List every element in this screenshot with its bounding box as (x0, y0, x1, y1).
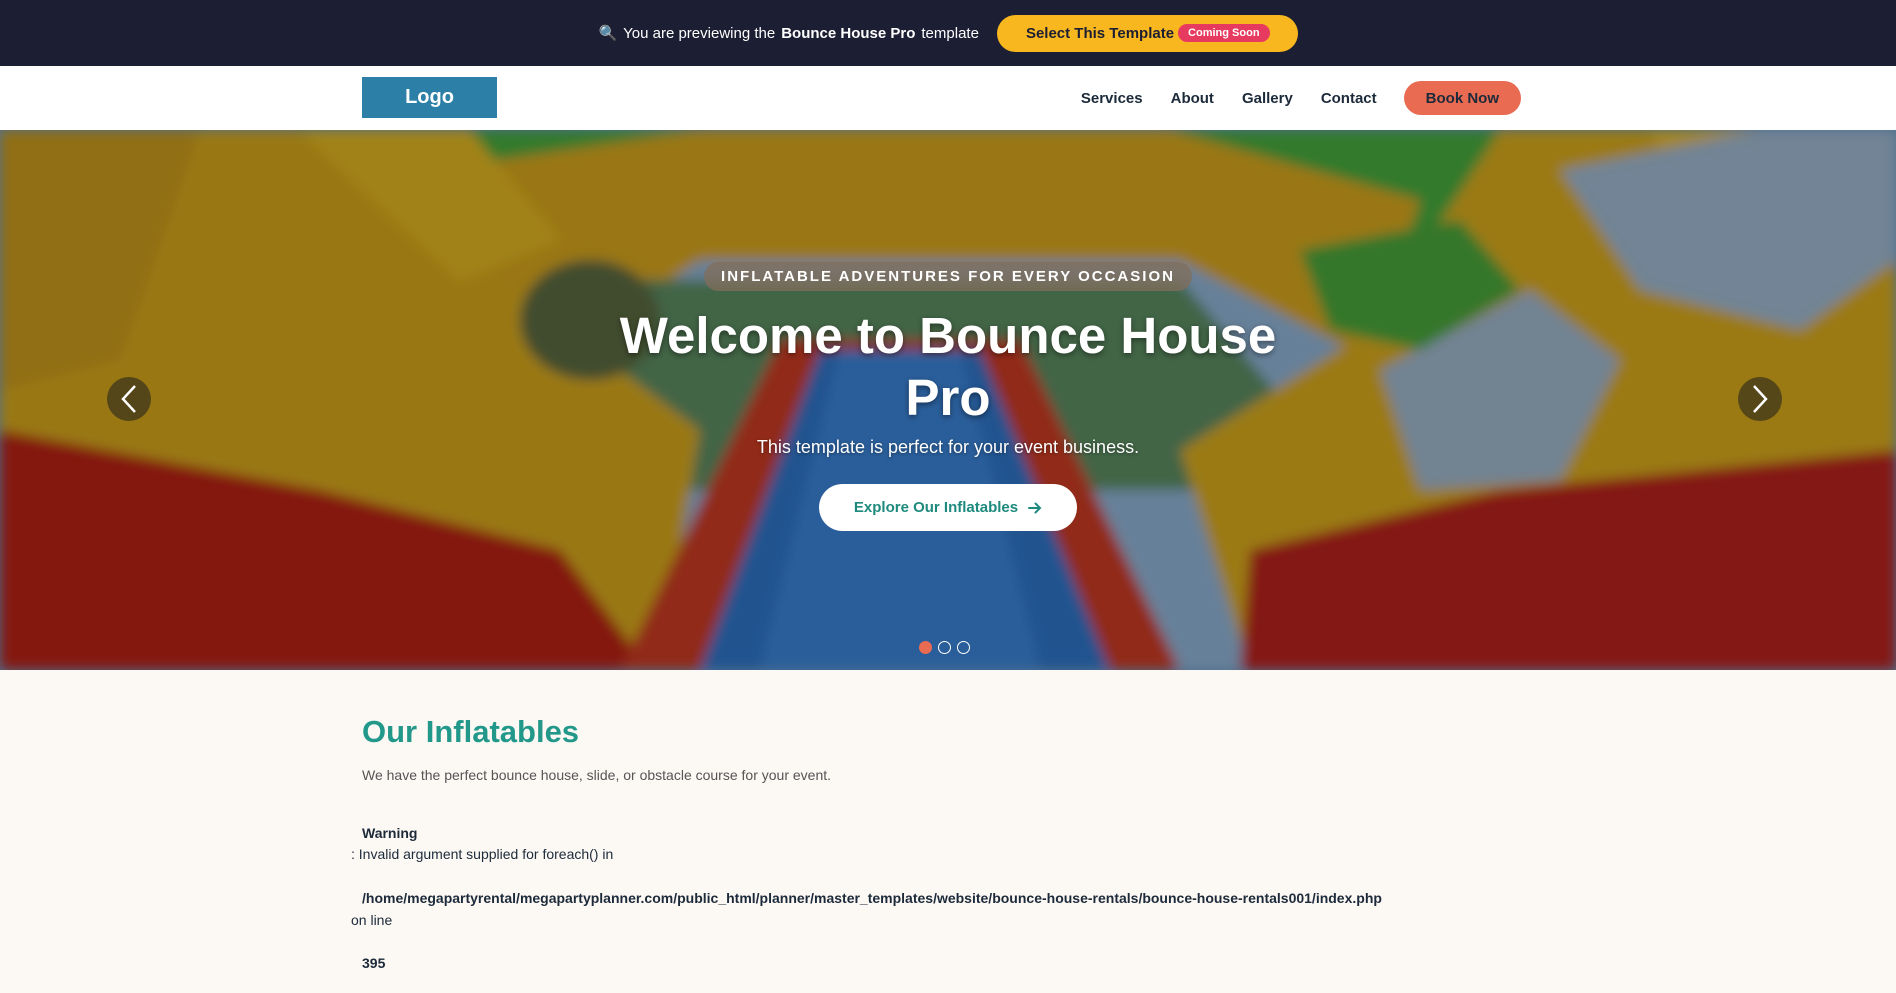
warning-path: /home/megapartyrental/megapartyplanner.c… (362, 890, 1382, 906)
explore-inflatables-button[interactable]: Explore Our Inflatables (818, 484, 1078, 531)
section-title: Our Inflatables (362, 714, 580, 749)
hero-content: INFLATABLE ADVENTURES FOR EVERY OCCASION… (0, 262, 1896, 531)
book-now-button[interactable]: Book Now (1403, 81, 1521, 115)
coming-soon-badge: Coming Soon (1178, 24, 1270, 42)
preview-prefix: You are previewing the (623, 24, 776, 42)
carousel-dot-2[interactable] (938, 641, 951, 654)
warning-label: Warning (362, 825, 418, 841)
nav-contact[interactable]: Contact (1321, 90, 1377, 107)
section-description: We have the perfect bounce house, slide,… (362, 767, 832, 783)
template-name: Bounce House Pro (781, 24, 916, 42)
carousel-dots (919, 641, 970, 654)
arrow-right-icon (1028, 502, 1042, 513)
nav-gallery[interactable]: Gallery (1242, 90, 1293, 107)
warning-on-line: on line (351, 912, 393, 928)
explore-label: Explore Our Inflatables (853, 499, 1019, 516)
carousel-next-button[interactable] (1738, 377, 1782, 421)
logo[interactable]: Logo (362, 77, 497, 118)
carousel-dot-1[interactable] (919, 641, 932, 654)
chevron-left-icon (121, 385, 136, 413)
main-nav: Services About Gallery Contact Book Now (1053, 81, 1521, 115)
inflatables-section: Our Inflatables We have the perfect boun… (0, 670, 1896, 993)
nav-services[interactable]: Services (1081, 90, 1143, 107)
hero-eyebrow: INFLATABLE ADVENTURES FOR EVERY OCCASION (704, 262, 1192, 291)
hero-title: Welcome to Bounce House Pro (619, 307, 1277, 426)
warning-line-number: 395 (362, 955, 386, 971)
hero-subtitle: This template is perfect for your event … (756, 437, 1140, 457)
nav-about[interactable]: About (1171, 90, 1214, 107)
select-template-label: Select This Template (1025, 24, 1175, 42)
carousel-prev-button[interactable] (107, 377, 151, 421)
chevron-right-icon (1753, 385, 1768, 413)
select-template-button[interactable]: Select This Template Coming Soon (996, 14, 1298, 52)
magnifier-icon: 🔍 (598, 25, 618, 42)
preview-bar: 🔍 You are previewing the Bounce House Pr… (0, 0, 1896, 66)
site-header: Logo Services About Gallery Contact Book… (0, 66, 1896, 130)
preview-message: 🔍 You are previewing the Bounce House Pr… (598, 24, 979, 43)
hero-carousel: INFLATABLE ADVENTURES FOR EVERY OCCASION… (0, 130, 1896, 670)
warning-message: : Invalid argument supplied for foreach(… (351, 846, 614, 862)
preview-suffix: template (921, 24, 979, 42)
carousel-dot-3[interactable] (957, 641, 970, 654)
